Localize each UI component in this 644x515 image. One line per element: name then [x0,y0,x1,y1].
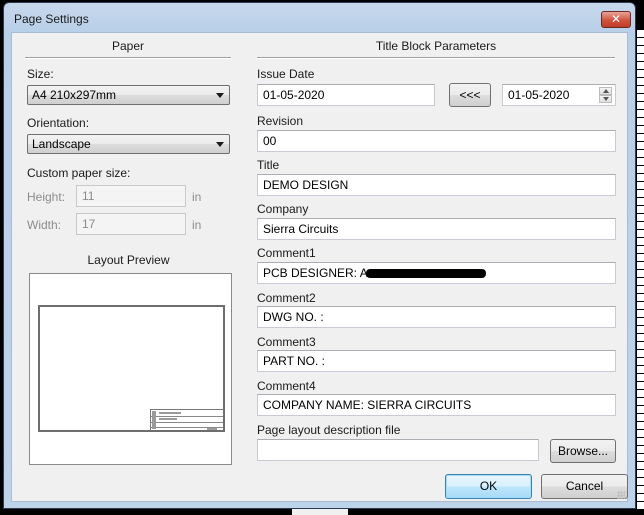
comment2-label: Comment2 [257,291,316,305]
comment1-label: Comment1 [257,246,316,260]
layout-preview-title: Layout Preview [87,253,170,267]
chevron-down-icon [603,97,609,101]
paper-separator [25,57,231,59]
issue-date-label: Issue Date [257,67,315,81]
browse-button[interactable]: Browse... [550,439,616,463]
custom-paper-size-label: Custom paper size: [27,166,131,180]
size-select[interactable]: A4 210x297mm [27,85,230,105]
height-input[interactable]: 11 [76,185,186,207]
date-picker-value: 01-05-2020 [508,88,570,102]
size-label: Size: [27,67,54,81]
title-block-section-title: Title Block Parameters [375,39,497,53]
orientation-select[interactable]: Landscape [27,134,230,154]
revision-input[interactable]: 00 [257,130,616,152]
copy-date-button[interactable]: <<< [449,83,491,107]
chevron-up-icon [603,89,609,93]
title-block-separator [257,57,615,59]
title-label: Title [257,158,280,172]
size-select-value: A4 210x297mm [32,88,117,102]
orientation-select-value: Landscape [32,137,91,151]
comment3-input[interactable]: PART NO. : [257,350,616,372]
company-label: Company [257,202,309,216]
width-unit: in [192,218,202,232]
preview-sheet-border [38,305,225,432]
comment4-label: Comment4 [257,379,316,393]
paper-section-title: Paper [111,39,145,53]
page-settings-dialog: Page Settings ✕ Paper Size: A4 210x297mm… [3,2,636,509]
ok-button[interactable]: OK [445,474,532,499]
layout-preview [29,273,232,465]
close-button[interactable]: ✕ [601,11,631,28]
company-input[interactable]: Sierra Circuits [257,218,616,240]
width-label: Width: [27,218,62,232]
chevron-down-icon [216,93,224,98]
issue-date-input[interactable]: 01-05-2020 [257,84,435,106]
date-increment-button[interactable] [599,87,612,95]
background-window-edge-bottom [292,509,348,515]
height-label: Height: [27,190,66,204]
layout-file-label: Page layout description file [257,423,401,437]
preview-title-block [150,409,223,430]
resize-grip[interactable] [617,491,625,499]
height-unit: in [192,190,202,204]
comment2-input[interactable]: DWG NO. : [257,306,616,328]
comment4-input[interactable]: COMPANY NAME: SIERRA CIRCUITS [257,394,616,416]
title-input[interactable]: DEMO DESIGN [257,174,616,196]
comment1-value: PCB DESIGNER: A [263,266,368,280]
comment1-input[interactable]: PCB DESIGNER: A [257,262,616,284]
width-input[interactable]: 17 [76,213,186,235]
orientation-label: Orientation: [27,116,90,130]
redaction-mark [365,269,486,279]
dialog-title: Page Settings [14,12,89,26]
comment3-label: Comment3 [257,335,316,349]
background-window-edge [636,30,644,510]
date-picker[interactable]: 01-05-2020 [502,84,616,106]
date-decrement-button[interactable] [599,95,612,103]
cancel-button[interactable]: Cancel [541,474,628,499]
layout-file-input[interactable] [257,439,539,461]
revision-label: Revision [257,114,304,128]
dialog-client-area: Paper Size: A4 210x297mm Orientation: La… [11,32,628,502]
chevron-down-icon [216,142,224,147]
close-icon: ✕ [610,12,622,26]
